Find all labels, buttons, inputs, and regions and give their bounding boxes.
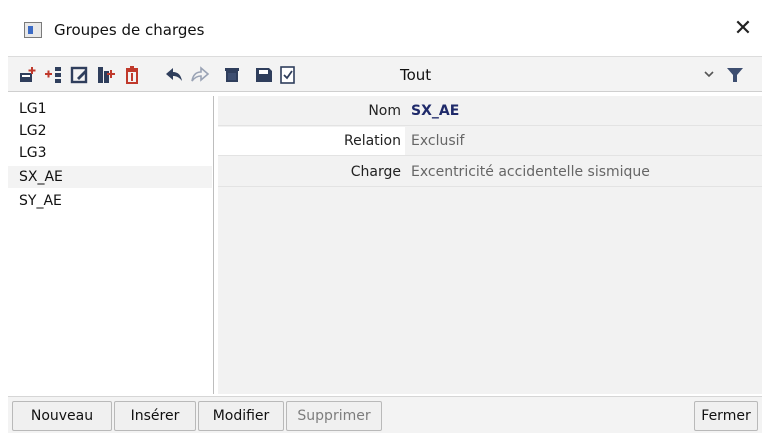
title-bar: Groupes de charges ✕ bbox=[8, 10, 762, 52]
list-item[interactable]: LG3 bbox=[8, 142, 212, 164]
modify-button[interactable]: Modifier bbox=[198, 401, 284, 431]
list-item-selected[interactable]: SX_AE bbox=[8, 166, 212, 188]
insert-row-icon[interactable] bbox=[44, 65, 64, 85]
funnel-icon[interactable] bbox=[725, 65, 745, 85]
undo-icon[interactable] bbox=[164, 65, 184, 85]
relation-value-field[interactable]: Exclusif bbox=[411, 127, 762, 155]
edit-icon[interactable] bbox=[70, 65, 90, 85]
property-grid: Nom SX_AE Relation Exclusif Charge Excen… bbox=[218, 96, 762, 394]
load-value-field[interactable]: Excentricité accidentelle sismique bbox=[411, 158, 762, 186]
toolbar: Tout bbox=[8, 56, 762, 92]
delete-icon[interactable] bbox=[122, 65, 142, 85]
button-bar: Nouveau Insérer Modifier Supprimer Ferme… bbox=[8, 396, 762, 433]
delete-button[interactable]: Supprimer bbox=[286, 401, 382, 431]
filter-selector[interactable]: Tout bbox=[400, 66, 431, 84]
close-dialog-button[interactable]: Fermer bbox=[694, 401, 758, 431]
property-label: Charge bbox=[350, 164, 401, 180]
copy-icon[interactable] bbox=[96, 65, 116, 85]
clear-icon[interactable] bbox=[222, 65, 242, 85]
property-row-load: Charge Excentricité accidentelle sismiqu… bbox=[218, 158, 762, 187]
load-groups-dialog: Groupes de charges ✕ Tout LG1 LG2 LG3 SX… bbox=[0, 0, 762, 433]
list-item[interactable]: LG2 bbox=[8, 120, 212, 142]
list-item[interactable]: LG1 bbox=[8, 98, 212, 120]
list-item[interactable]: SY_AE bbox=[8, 190, 212, 212]
name-value-field[interactable]: SX_AE bbox=[411, 97, 762, 125]
redo-icon[interactable] bbox=[190, 65, 210, 85]
new-row-icon[interactable] bbox=[18, 65, 38, 85]
check-icon[interactable] bbox=[278, 65, 298, 85]
insert-button[interactable]: Insérer bbox=[114, 401, 196, 431]
window-title: Groupes de charges bbox=[54, 21, 205, 39]
property-row-name: Nom SX_AE bbox=[218, 97, 762, 126]
new-button[interactable]: Nouveau bbox=[12, 401, 112, 431]
property-row-relation: Relation Exclusif bbox=[218, 127, 762, 156]
app-window-icon bbox=[24, 22, 42, 38]
property-label: Nom bbox=[368, 103, 401, 119]
close-button[interactable]: ✕ bbox=[730, 15, 756, 45]
property-label: Relation bbox=[218, 127, 405, 155]
load-group-list: LG1 LG2 LG3 SX_AE SY_AE bbox=[8, 96, 214, 394]
chevron-down-icon[interactable] bbox=[702, 67, 716, 81]
save-icon[interactable] bbox=[254, 65, 274, 85]
